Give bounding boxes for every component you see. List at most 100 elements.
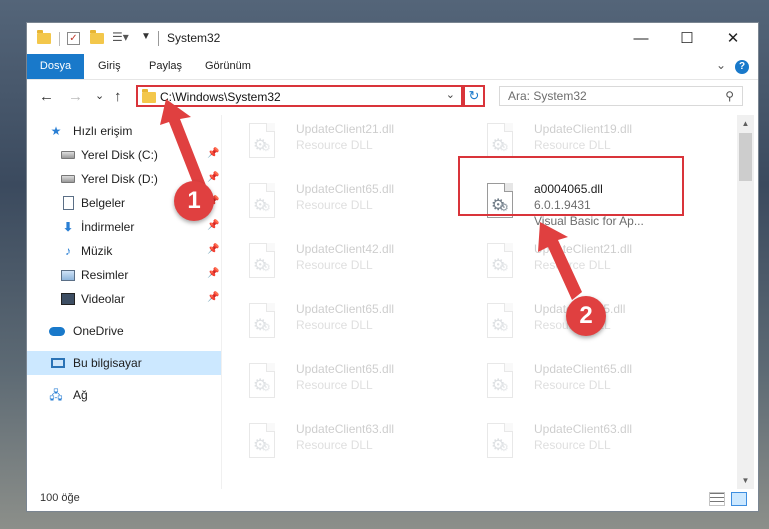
file-name: UpdateClient19.dll — [534, 122, 633, 136]
tab-share[interactable]: Paylaş — [149, 54, 182, 79]
pin-icon[interactable]: 📌 — [207, 268, 219, 279]
sidebar-item-pictures[interactable]: Resimler 📌 — [27, 263, 221, 287]
list-item[interactable]: ⚙ ⚙ UpdateClient65.dll Resource DLL — [222, 179, 454, 223]
sidebar-item-onedrive[interactable]: OneDrive — [27, 319, 221, 343]
file-description: Resource DLL — [534, 378, 611, 392]
sidebar-item-label: Bu bilgisayar — [73, 356, 142, 370]
sidebar-item-music[interactable]: ♪ Müzik 📌 — [27, 239, 221, 263]
address-text: C:\Windows\System32 — [160, 90, 281, 104]
drive-icon — [61, 151, 75, 159]
file-description: Resource DLL — [296, 318, 373, 332]
list-item[interactable]: ⚙ ⚙ UpdateClient42.dll Resource DLL — [222, 239, 454, 283]
tab-home[interactable]: Giriş — [98, 54, 121, 79]
file-description: Resource DLL — [296, 198, 373, 212]
properties-icon[interactable]: ✓ — [67, 32, 80, 45]
star-icon: ★ — [50, 124, 62, 138]
list-item[interactable]: ⚙ ⚙ UpdateClient65.dll Resource DLL — [460, 359, 692, 403]
help-icon[interactable]: ? — [735, 60, 749, 74]
list-item[interactable]: ⚙ ⚙ UpdateClient21.dll Resource DLL — [222, 119, 454, 163]
sidebar-item-label: Yerel Disk (C:) — [81, 148, 158, 162]
vertical-scrollbar[interactable]: ▲ ▼ — [737, 115, 754, 489]
drive-icon — [61, 175, 75, 183]
picture-icon — [61, 270, 75, 281]
new-folder-icon[interactable] — [90, 30, 104, 47]
file-name: UpdateClient63.dll — [296, 422, 395, 436]
status-bar: 100 öğe — [27, 489, 758, 511]
file-name: UpdateClient65.dll — [296, 362, 395, 376]
pin-icon[interactable]: 📌 — [207, 148, 219, 159]
large-icons-view-icon[interactable] — [731, 492, 747, 506]
list-item[interactable]: ⚙ ⚙ UpdateClient63.dll Resource DLL — [460, 419, 692, 463]
up-button[interactable]: ↑ — [114, 88, 122, 105]
sidebar-item-label: Belgeler — [81, 196, 126, 210]
pin-icon[interactable]: 📌 — [207, 172, 219, 183]
step-marker-1: 1 — [174, 181, 214, 221]
document-icon — [63, 196, 74, 210]
sidebar-item-this-pc[interactable]: Bu bilgisayar — [27, 351, 221, 375]
network-icon: 🖧 — [49, 388, 63, 402]
scroll-down-icon[interactable]: ▼ — [737, 472, 754, 489]
list-item[interactable]: ⚙ ⚙ UpdateClient63.dll Resource DLL — [222, 419, 454, 463]
dll-file-icon: ⚙ ⚙ — [246, 183, 276, 221]
step-marker-2: 2 — [566, 296, 606, 336]
navigation-bar: ← → ⌄ ↑ C:\Windows\System32 ⌄ ↻ Ara: Sys… — [27, 80, 758, 114]
file-name: UpdateClient65.dll — [534, 362, 633, 376]
toolbar-dropdown-icon[interactable]: ▼ — [141, 31, 151, 47]
tab-file[interactable]: Dosya — [27, 54, 84, 79]
search-icon: ⚲ — [725, 89, 734, 103]
folder-icon — [142, 89, 156, 103]
tab-view[interactable]: Görünüm — [205, 54, 251, 79]
dll-file-icon: ⚙ ⚙ — [246, 363, 276, 401]
sidebar-item-label: Ağ — [73, 388, 88, 402]
list-item[interactable]: ⚙ ⚙ UpdateClient65.dll Resource DLL — [222, 359, 454, 403]
file-description: Resource DLL — [534, 258, 611, 272]
search-input[interactable]: Ara: System32 ⚲ — [499, 86, 743, 106]
dll-file-icon: ⚙ ⚙ — [484, 243, 514, 281]
scroll-thumb[interactable] — [739, 133, 752, 181]
file-name: UpdateClient42.dll — [296, 242, 395, 256]
dll-file-icon: ⚙ ⚙ — [246, 243, 276, 281]
search-placeholder: Ara: System32 — [508, 89, 587, 103]
sidebar-item-label: Videolar — [81, 292, 125, 306]
close-button[interactable]: ✕ — [710, 23, 756, 54]
file-name: UpdateClient21.dll — [296, 122, 395, 136]
forward-button[interactable]: → — [68, 88, 83, 105]
sidebar-item-drive-c[interactable]: Yerel Disk (C:) 📌 — [27, 143, 221, 167]
dll-file-icon: ⚙ ⚙ — [246, 423, 276, 461]
sidebar-item-videos[interactable]: Videolar 📌 — [27, 287, 221, 311]
customize-toolbar-icon[interactable]: ☰▾ — [112, 30, 129, 46]
address-dropdown-icon[interactable]: ⌄ — [446, 88, 455, 101]
details-view-icon[interactable] — [709, 492, 725, 506]
title-separator — [158, 31, 159, 46]
back-button[interactable]: ← — [39, 88, 54, 105]
file-name: UpdateClient63.dll — [534, 422, 633, 436]
minimize-button[interactable]: — — [618, 23, 664, 54]
expand-ribbon-icon[interactable]: ⌄ — [716, 58, 726, 72]
sidebar-item-network[interactable]: 🖧 Ağ — [27, 383, 221, 407]
list-item[interactable]: ⚙ ⚙ UpdateClient65.dll Resource DLL — [222, 299, 454, 343]
download-icon: ⬇ — [62, 220, 74, 234]
navigation-pane: ★ Hızlı erişim Yerel Disk (C:) 📌 Yerel D… — [27, 115, 222, 489]
pin-icon[interactable]: 📌 — [207, 292, 219, 303]
pin-icon[interactable]: 📌 — [207, 244, 219, 255]
address-bar[interactable]: C:\Windows\System32 ⌄ — [136, 85, 463, 107]
file-description: Visual Basic for Ap... — [534, 214, 644, 228]
sidebar-item-quick-access[interactable]: ★ Hızlı erişim — [27, 119, 221, 143]
ribbon-tabs: Dosya Giriş Paylaş Görünüm ⌄ ? — [27, 54, 758, 80]
maximize-button[interactable]: ☐ — [664, 23, 710, 54]
file-description: Resource DLL — [534, 438, 611, 452]
title-bar: ✓ ☰▾ ▼ System32 — ☐ ✕ — [27, 23, 758, 54]
sidebar-item-label: OneDrive — [73, 324, 124, 338]
pin-icon[interactable]: 📌 — [207, 220, 219, 231]
highlight-box — [458, 156, 684, 216]
dll-file-icon: ⚙ ⚙ — [484, 363, 514, 401]
file-description: Resource DLL — [296, 378, 373, 392]
file-description: Resource DLL — [296, 138, 373, 152]
scroll-up-icon[interactable]: ▲ — [737, 115, 754, 132]
window-title: System32 — [167, 31, 221, 45]
refresh-button[interactable]: ↻ — [463, 85, 485, 107]
list-item[interactable]: ⚙ ⚙ UpdateClient21.dll Resource DLL — [460, 239, 692, 283]
dll-file-icon: ⚙ ⚙ — [246, 303, 276, 341]
recent-locations-button[interactable]: ⌄ — [95, 89, 104, 102]
quick-access-separator — [59, 32, 60, 46]
